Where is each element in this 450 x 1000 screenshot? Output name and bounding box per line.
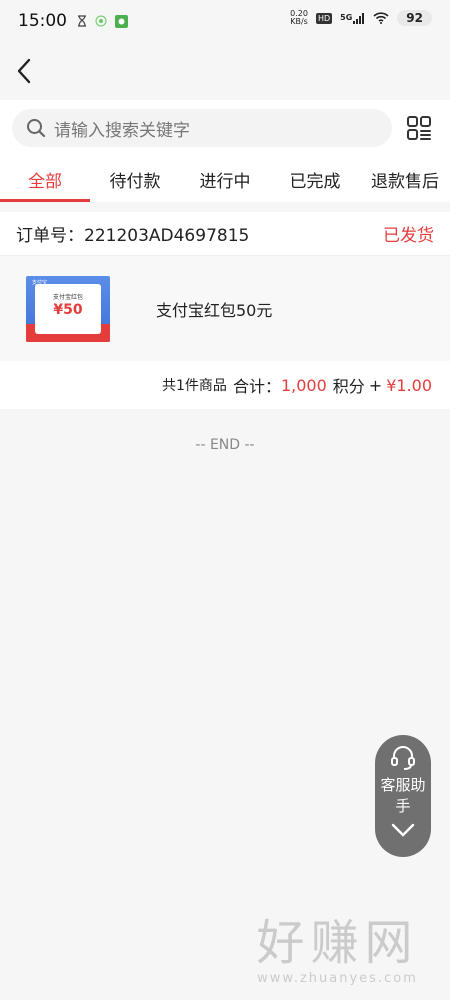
watermark: 好赚网 www.zhuanyes.com	[230, 915, 445, 986]
chevron-down-icon	[391, 823, 415, 837]
points-unit: 积分	[332, 377, 365, 396]
status-time: 15:00	[18, 11, 67, 31]
wifi-icon	[373, 12, 389, 24]
search-input[interactable]: 请输入搜索关键字	[12, 109, 392, 147]
order-summary: 共1件商品 合计： 1,000 积分 + ¥1.00	[0, 361, 450, 409]
notification-icons	[77, 14, 128, 28]
order-header: 订单号：221203AD4697815 已发货	[0, 212, 450, 256]
grid-icon	[407, 116, 431, 140]
target-icon	[95, 15, 107, 27]
search-placeholder: 请输入搜索关键字	[54, 120, 190, 141]
status-right: 0.20 KB/s HD 5G 92	[290, 10, 432, 26]
scan-button[interactable]	[400, 109, 438, 147]
watermark-title: 好赚网	[256, 915, 419, 971]
points-value: 1,000	[280, 375, 327, 395]
red-packet-card: 支付宝红包 ¥50	[35, 283, 101, 334]
watermark-url: www.zhuanyes.com	[257, 971, 418, 986]
plus-sign: +	[368, 375, 383, 395]
battery-indicator: 92	[397, 10, 432, 26]
back-button[interactable]	[16, 58, 32, 84]
headset-icon	[391, 746, 415, 770]
status-bar: 15:00 0.20 KB/s HD 5G 92	[0, 0, 450, 42]
hourglass-icon	[78, 15, 86, 27]
tab-completed[interactable]: 已完成	[270, 156, 360, 202]
back-arrow-icon	[17, 58, 31, 84]
order-tabs: 全部 待付款 进行中 已完成 退款售后	[0, 156, 450, 202]
signal-icon: 5G	[340, 12, 365, 24]
customer-service-button[interactable]: 客服助手	[375, 735, 431, 857]
search-row: 请输入搜索关键字	[0, 100, 450, 156]
order-number: 订单号：221203AD4697815	[16, 226, 250, 246]
product-thumbnail: 支付宝 支付宝红包 ¥50	[26, 275, 110, 342]
app-icon	[115, 14, 128, 28]
tab-in-progress[interactable]: 进行中	[180, 156, 270, 202]
tab-all[interactable]: 全部	[0, 156, 90, 202]
total-label: 合计：	[232, 377, 281, 396]
top-nav	[0, 42, 450, 100]
customer-service-label: 客服助手	[380, 776, 426, 815]
order-card[interactable]: 订单号：221203AD4697815 已发货 支付宝 支付宝红包 ¥50 支付…	[0, 212, 450, 409]
product-name: 支付宝红包50元	[156, 300, 273, 320]
order-item[interactable]: 支付宝 支付宝红包 ¥50 支付宝红包50元	[0, 256, 450, 361]
search-icon	[27, 119, 46, 138]
hd-badge: HD	[315, 12, 333, 24]
tab-refund[interactable]: 退款售后	[360, 156, 450, 202]
tab-pending-payment[interactable]: 待付款	[90, 156, 180, 202]
order-status: 已发货	[383, 226, 434, 246]
price-value: ¥1.00	[386, 375, 432, 395]
network-speed: 0.20 KB/s	[290, 9, 308, 26]
item-count: 共1件商品	[162, 378, 227, 394]
list-end: -- END --	[195, 437, 255, 453]
